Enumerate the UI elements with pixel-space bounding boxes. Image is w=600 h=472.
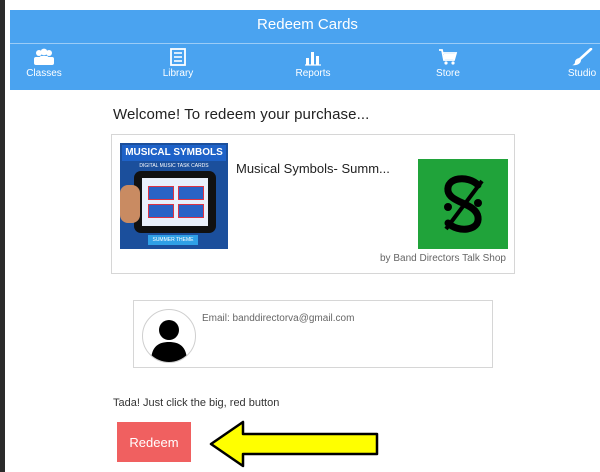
brush-icon — [572, 48, 593, 66]
top-nav: Classes Library Reports Store Studio — [10, 48, 600, 90]
account-card: Email: banddirectorva@gmail.com — [133, 300, 493, 368]
instruction-text: Tada! Just click the big, red button — [113, 397, 280, 409]
task-card-box — [148, 204, 174, 218]
product-card: MUSICAL SYMBOLS DIGITAL MUSIC TASK CARDS… — [111, 134, 515, 274]
nav-item-store[interactable]: Store — [420, 48, 476, 90]
thumbnail-subtitle: DIGITAL MUSIC TASK CARDS — [139, 163, 209, 169]
nav-item-reports[interactable]: Reports — [285, 48, 341, 90]
nav-item-studio[interactable]: Studio — [558, 48, 600, 90]
header-divider — [10, 43, 600, 44]
redeem-button[interactable]: Redeem — [117, 422, 191, 462]
nav-label-reports: Reports — [295, 68, 331, 79]
nav-item-library[interactable]: Library — [150, 48, 206, 90]
account-email: Email: banddirectorva@gmail.com — [202, 313, 355, 324]
product-name[interactable]: Musical Symbols- Summ... — [236, 161, 390, 176]
task-card-box — [148, 186, 174, 200]
seller-logo — [418, 159, 508, 249]
task-card-box — [178, 204, 204, 218]
welcome-heading: Welcome! To redeem your purchase... — [113, 106, 370, 123]
seller-name: by Band Directors Talk Shop — [380, 253, 506, 264]
nav-label-store: Store — [436, 68, 460, 79]
nav-label-classes: Classes — [26, 68, 62, 79]
page-title: Redeem Cards — [257, 16, 358, 33]
arrow-left-icon — [209, 420, 379, 468]
hand-illustration — [120, 185, 140, 223]
library-icon — [170, 48, 186, 66]
nav-item-classes[interactable]: Classes — [16, 48, 72, 90]
product-thumbnail: MUSICAL SYMBOLS DIGITAL MUSIC TASK CARDS… — [120, 143, 228, 249]
nav-label-studio: Studio — [567, 68, 597, 79]
avatar — [142, 309, 196, 363]
task-card-box — [178, 186, 204, 200]
app-header: Redeem Cards Classes Library Reports Sto… — [10, 10, 600, 90]
thumbnail-title: MUSICAL SYMBOLS — [122, 145, 226, 161]
user-silhouette-icon — [151, 320, 187, 362]
segno-icon — [444, 175, 484, 233]
tablet-illustration — [134, 171, 216, 233]
users-icon — [34, 48, 54, 65]
app-frame: Redeem Cards Classes Library Reports Sto… — [0, 0, 600, 472]
thumbnail-footer: SUMMER THEME — [148, 235, 198, 245]
tablet-screen — [142, 178, 208, 226]
cart-icon — [439, 49, 458, 65]
nav-label-library: Library — [162, 68, 194, 79]
bar-chart-icon — [305, 52, 321, 66]
